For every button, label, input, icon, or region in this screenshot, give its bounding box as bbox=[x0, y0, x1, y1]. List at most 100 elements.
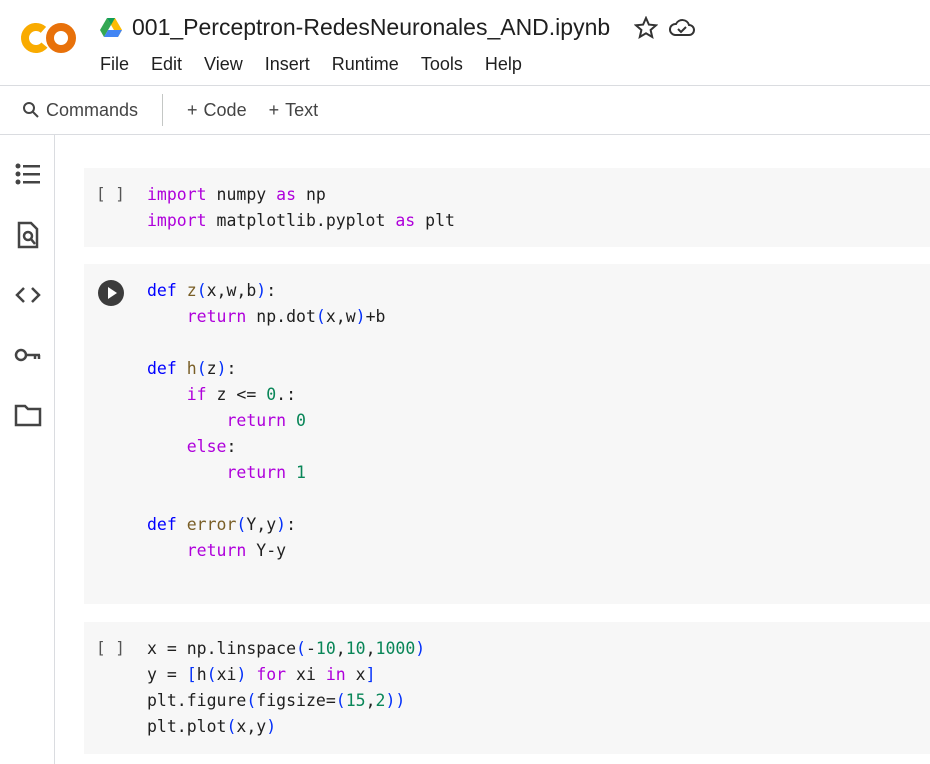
code-token: xi bbox=[286, 665, 326, 684]
code-token: return bbox=[186, 541, 247, 560]
google-drive-icon[interactable] bbox=[100, 17, 122, 38]
code-line: def z(x,w,b): bbox=[147, 278, 385, 304]
code-editor[interactable]: x = np.linspace(-10,10,1000) y = [h(xi) f… bbox=[147, 636, 425, 740]
header: 001_Perceptron-RedesNeuronales_AND.ipynb… bbox=[0, 0, 930, 86]
code-token: +b bbox=[365, 307, 386, 326]
code-cell[interactable]: [ ] x = np.linspace(-10,10,1000) y = [h(xi… bbox=[84, 622, 930, 754]
code-token: def bbox=[147, 359, 177, 378]
code-token: import bbox=[147, 185, 207, 204]
code-token: 0 bbox=[266, 385, 277, 404]
code-token: - bbox=[305, 639, 316, 658]
files-folder-icon[interactable] bbox=[14, 401, 42, 429]
code-token: ( bbox=[315, 307, 326, 326]
code-line: return np.dot(x,w)+b bbox=[147, 304, 386, 330]
code-token: np.dot bbox=[246, 307, 316, 326]
menu-insert[interactable]: Insert bbox=[265, 54, 310, 75]
code-token: 2 bbox=[375, 691, 386, 710]
commands-label: Commands bbox=[46, 99, 139, 120]
run-cell-button[interactable]: [ ] bbox=[96, 184, 125, 203]
code-token: ) bbox=[256, 281, 267, 300]
code-token: : bbox=[266, 281, 277, 300]
find-icon[interactable] bbox=[14, 221, 42, 249]
play-icon bbox=[108, 287, 117, 299]
code-token: ( bbox=[246, 691, 257, 710]
code-token: x bbox=[345, 665, 366, 684]
code-cell[interactable]: def z(x,w,b): return np.dot(x,w)+b def h(… bbox=[84, 264, 930, 604]
code-line: def h(z): bbox=[147, 356, 385, 382]
code-token: def bbox=[147, 281, 177, 300]
code-token: z <= bbox=[206, 385, 267, 404]
menu-help[interactable]: Help bbox=[485, 54, 522, 75]
code-token: ( bbox=[206, 665, 217, 684]
code-token: matplotlib.pyplot bbox=[206, 211, 396, 230]
run-cell-button[interactable]: [ ] bbox=[96, 638, 125, 657]
code-token: if bbox=[186, 385, 207, 404]
code-token: import bbox=[147, 211, 207, 230]
code-snippets-icon[interactable] bbox=[14, 281, 42, 309]
code-cell[interactable]: [ ] import numpy as np import matplotlib.p… bbox=[84, 168, 930, 247]
code-line: x = np.linspace(-10,10,1000) bbox=[147, 636, 425, 662]
add-code-label: Code bbox=[203, 99, 247, 120]
code-line: y = [h(xi) for xi in x] bbox=[147, 662, 425, 688]
cloud-saved-icon[interactable] bbox=[668, 16, 696, 40]
secrets-key-icon[interactable] bbox=[14, 341, 42, 369]
code-token: def bbox=[147, 515, 177, 534]
code-token: xi bbox=[216, 665, 237, 684]
add-text-label: Text bbox=[285, 99, 319, 120]
code-token: figsize= bbox=[256, 691, 336, 710]
menu-file[interactable]: File bbox=[100, 54, 129, 75]
code-token: 10 bbox=[345, 639, 366, 658]
code-token: h bbox=[186, 359, 197, 378]
code-token: ( bbox=[196, 281, 207, 300]
code-token: x,y bbox=[236, 717, 267, 736]
code-token: z bbox=[186, 281, 197, 300]
menu-tools[interactable]: Tools bbox=[421, 54, 463, 75]
code-token: in bbox=[325, 665, 346, 684]
menu-bar: File Edit View Insert Runtime Tools Help bbox=[100, 54, 544, 75]
commands-button[interactable]: Commands bbox=[22, 100, 138, 121]
run-cell-button[interactable] bbox=[98, 280, 124, 306]
colab-logo[interactable] bbox=[20, 20, 78, 56]
toolbar: Commands + Code + Text bbox=[0, 86, 930, 135]
code-token: .: bbox=[276, 385, 297, 404]
add-code-button[interactable]: + Code bbox=[187, 100, 247, 121]
code-editor[interactable]: def z(x,w,b): return np.dot(x,w)+b def h(… bbox=[147, 278, 385, 564]
code-token: x = np.linspace bbox=[147, 639, 297, 658]
code-token: Y-y bbox=[246, 541, 287, 560]
code-token: return bbox=[226, 411, 287, 430]
code-token: 1 bbox=[296, 463, 306, 482]
code-line: def error(Y,y): bbox=[147, 512, 385, 538]
search-icon bbox=[23, 102, 39, 118]
add-text-button[interactable]: + Text bbox=[269, 100, 319, 121]
code-token: ) bbox=[236, 665, 247, 684]
table-of-contents-icon[interactable] bbox=[14, 160, 42, 188]
menu-edit[interactable]: Edit bbox=[151, 54, 182, 75]
code-token: ) bbox=[266, 717, 277, 736]
code-token: y = bbox=[147, 665, 187, 684]
code-token: ) bbox=[216, 359, 227, 378]
code-token: ) bbox=[355, 307, 366, 326]
code-token: ) bbox=[385, 691, 396, 710]
sidebar bbox=[0, 135, 55, 764]
notebook-title[interactable]: 001_Perceptron-RedesNeuronales_AND.ipynb bbox=[132, 14, 610, 41]
toolbar-divider bbox=[162, 94, 164, 126]
code-token: ( bbox=[296, 639, 306, 658]
menu-runtime[interactable]: Runtime bbox=[332, 54, 399, 75]
code-editor[interactable]: import numpy as np import matplotlib.pypl… bbox=[147, 182, 455, 234]
code-line: return Y-y bbox=[147, 538, 385, 564]
code-token: 0 bbox=[296, 411, 306, 430]
code-token: : bbox=[286, 515, 297, 534]
code-token: plt.plot bbox=[147, 717, 227, 736]
code-token: ( bbox=[196, 359, 207, 378]
code-token: np bbox=[296, 185, 326, 204]
star-icon[interactable] bbox=[634, 15, 659, 40]
code-token: , bbox=[365, 691, 376, 710]
code-token: return bbox=[186, 307, 247, 326]
menu-view[interactable]: View bbox=[204, 54, 243, 75]
